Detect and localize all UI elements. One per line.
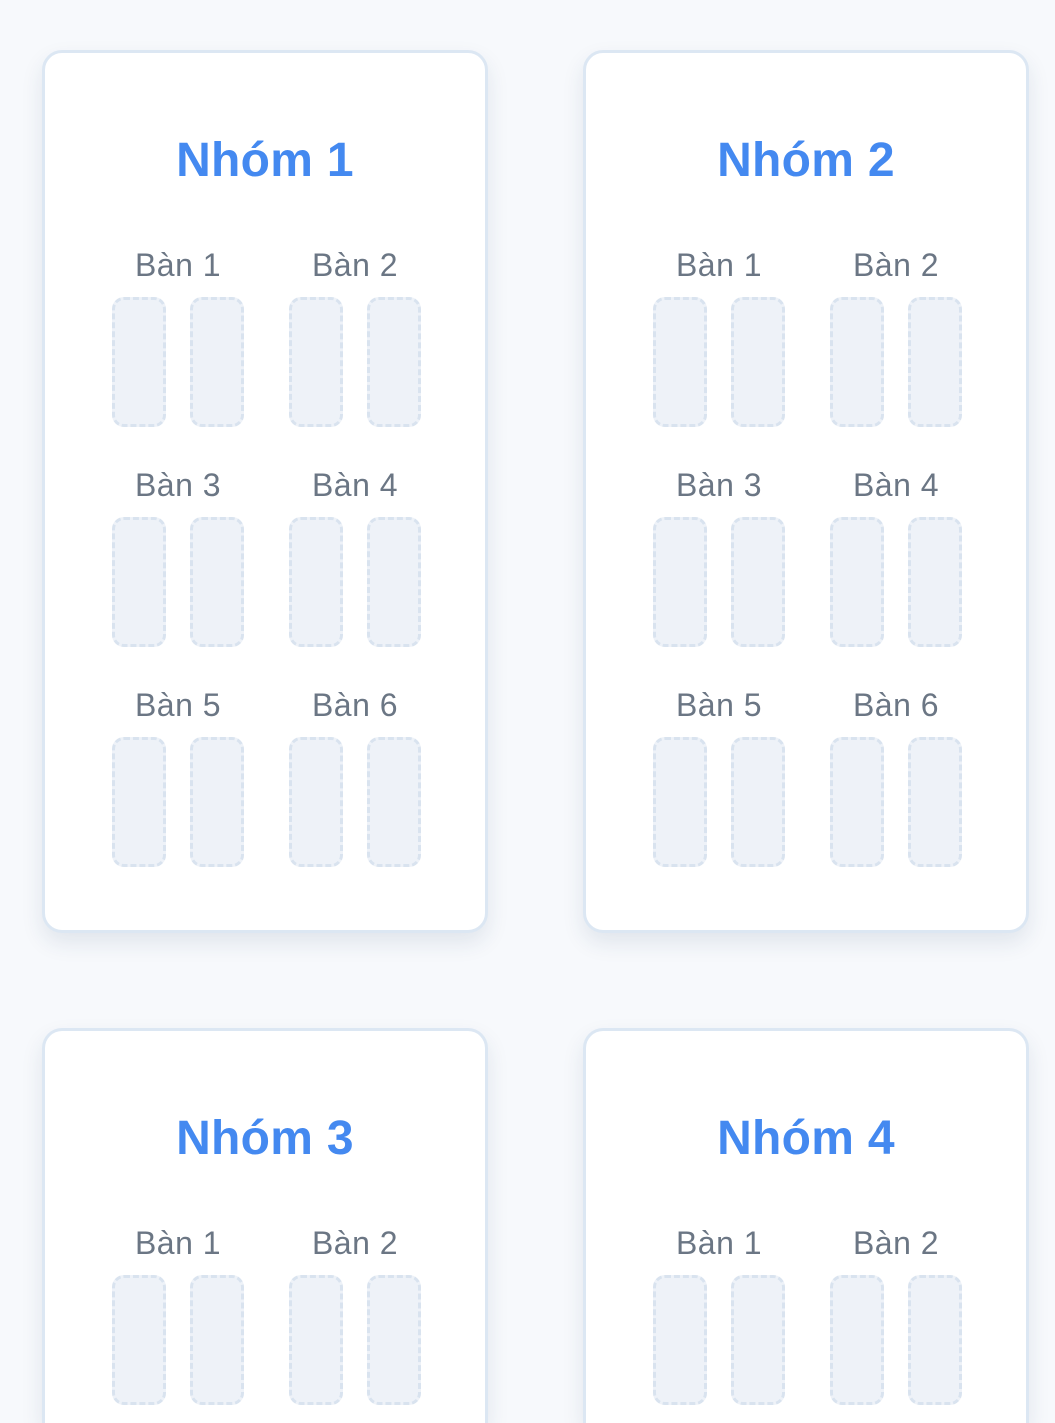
desk-label: Bàn 2	[852, 247, 940, 283]
seat-slot[interactable]	[830, 517, 884, 647]
group-card-3: Nhóm 3 Bàn 1 Bàn 2	[42, 1028, 488, 1423]
desk-1: Bàn 1	[112, 245, 244, 427]
desk-4: Bàn 4	[289, 465, 421, 647]
seat-slot[interactable]	[289, 737, 343, 867]
desk-label: Bàn 1	[675, 247, 763, 283]
seat-slot[interactable]	[731, 517, 785, 647]
seat-slot[interactable]	[367, 737, 421, 867]
seat-slot[interactable]	[367, 1275, 421, 1405]
seat-slot[interactable]	[653, 1275, 707, 1405]
desk-3: Bàn 3	[653, 465, 785, 647]
desk-label: Bàn 2	[311, 1225, 399, 1261]
desk-label: Bàn 1	[675, 1225, 763, 1261]
desk-5: Bàn 5	[112, 685, 244, 867]
seat-slot[interactable]	[112, 297, 166, 427]
desk-1: Bàn 1	[653, 245, 785, 427]
group-grid: Nhóm 1 Bàn 1 Bàn 2 Bàn 3 Bàn 4 Bàn 5 Bàn…	[0, 0, 1055, 1423]
desk-label: Bàn 6	[852, 687, 940, 723]
seat-slot[interactable]	[830, 297, 884, 427]
group-card-1: Nhóm 1 Bàn 1 Bàn 2 Bàn 3 Bàn 4 Bàn 5 Bàn…	[42, 50, 488, 933]
desk-label: Bàn 2	[852, 1225, 940, 1261]
desk-5: Bàn 5	[653, 685, 785, 867]
seat-slot[interactable]	[289, 517, 343, 647]
seat-slot[interactable]	[908, 517, 962, 647]
desk-label: Bàn 2	[311, 247, 399, 283]
seat-slot[interactable]	[112, 737, 166, 867]
seat-slot[interactable]	[653, 517, 707, 647]
desk-label: Bàn 1	[134, 1225, 222, 1261]
seat-slot[interactable]	[653, 737, 707, 867]
group-title: Nhóm 1	[176, 134, 354, 187]
seat-slot[interactable]	[289, 297, 343, 427]
desk-label: Bàn 3	[675, 467, 763, 503]
seat-slot[interactable]	[653, 297, 707, 427]
desk-label: Bàn 3	[134, 467, 222, 503]
desk-2: Bàn 2	[830, 1223, 962, 1405]
seat-slot[interactable]	[367, 517, 421, 647]
group-card-2: Nhóm 2 Bàn 1 Bàn 2 Bàn 3 Bàn 4 Bàn 5 Bàn…	[583, 50, 1029, 933]
group-card-4: Nhóm 4 Bàn 1 Bàn 2	[583, 1028, 1029, 1423]
desk-1: Bàn 1	[653, 1223, 785, 1405]
desk-3: Bàn 3	[112, 465, 244, 647]
seat-slot[interactable]	[367, 297, 421, 427]
desk-label: Bàn 4	[311, 467, 399, 503]
group-title: Nhóm 3	[176, 1112, 354, 1165]
seat-slot[interactable]	[830, 737, 884, 867]
desk-2: Bàn 2	[289, 1223, 421, 1405]
desk-label: Bàn 5	[134, 687, 222, 723]
desk-label: Bàn 6	[311, 687, 399, 723]
seat-slot[interactable]	[731, 1275, 785, 1405]
group-title: Nhóm 4	[717, 1112, 895, 1165]
desk-2: Bàn 2	[289, 245, 421, 427]
desk-2: Bàn 2	[830, 245, 962, 427]
desk-1: Bàn 1	[112, 1223, 244, 1405]
seat-slot[interactable]	[190, 297, 244, 427]
seat-slot[interactable]	[731, 737, 785, 867]
group-title: Nhóm 2	[717, 134, 895, 187]
seat-slot[interactable]	[830, 1275, 884, 1405]
desk-4: Bàn 4	[830, 465, 962, 647]
desk-6: Bàn 6	[830, 685, 962, 867]
seat-slot[interactable]	[908, 737, 962, 867]
seat-slot[interactable]	[112, 1275, 166, 1405]
seat-slot[interactable]	[908, 297, 962, 427]
seat-slot[interactable]	[190, 1275, 244, 1405]
desk-label: Bàn 4	[852, 467, 940, 503]
seat-slot[interactable]	[908, 1275, 962, 1405]
seat-slot[interactable]	[112, 517, 166, 647]
desk-label: Bàn 1	[134, 247, 222, 283]
seat-slot[interactable]	[190, 737, 244, 867]
desk-6: Bàn 6	[289, 685, 421, 867]
seat-slot[interactable]	[289, 1275, 343, 1405]
seat-slot[interactable]	[731, 297, 785, 427]
seat-slot[interactable]	[190, 517, 244, 647]
desk-label: Bàn 5	[675, 687, 763, 723]
